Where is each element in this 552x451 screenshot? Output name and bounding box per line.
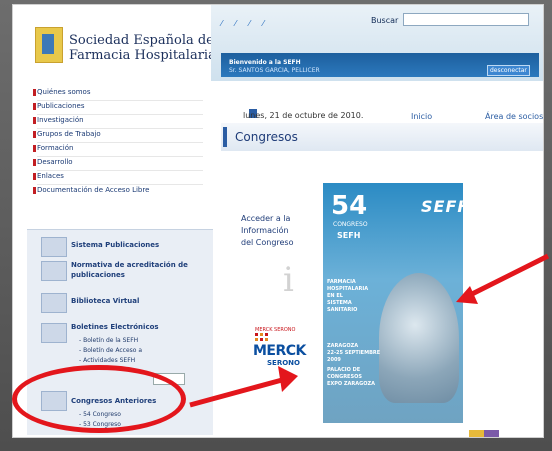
menu-divider <box>37 100 203 101</box>
highlight-oval <box>12 365 186 433</box>
poster-line: 2009 <box>327 357 341 363</box>
search-label: Buscar <box>371 16 399 25</box>
sidebar-subitem[interactable]: - Actividades SEFH <box>79 357 135 364</box>
publications-icon <box>41 237 67 257</box>
language-links[interactable]: ⁄ ⁄ ⁄ ⁄ <box>221 19 269 28</box>
document-icon <box>41 261 67 281</box>
poster-line: PALACIO DE <box>327 367 361 373</box>
date-text: lunes, 21 de octubre de 2010. <box>243 111 364 120</box>
menu-divider <box>37 184 203 185</box>
menu-item-publicaciones[interactable]: Publicaciones <box>37 102 84 110</box>
footer-logos <box>469 430 499 437</box>
menu-bullet-icon <box>33 103 36 110</box>
menu-bullet-icon <box>33 145 36 152</box>
menu-bullet-icon <box>33 117 36 124</box>
search-input[interactable] <box>403 13 529 26</box>
poster-line: ZARAGOZA <box>327 343 359 349</box>
page-title: Congresos <box>235 130 298 144</box>
menu-item-formacion[interactable]: Formación <box>37 144 73 152</box>
menu-divider <box>37 128 203 129</box>
welcome-title: Bienvenido a la SEFH <box>229 59 301 66</box>
menu-item-quienes[interactable]: Quiénes somos <box>37 88 91 96</box>
sculpture-image <box>379 273 459 403</box>
menu-bullet-icon <box>33 89 36 96</box>
menu-divider <box>37 114 203 115</box>
menu-item-desarrollo[interactable]: Desarrollo <box>37 158 73 166</box>
poster-line: HOSPITALARIA <box>327 286 369 292</box>
info-icon: i <box>283 260 294 300</box>
poster-line: EN EL <box>327 293 343 299</box>
menu-bullet-icon <box>33 131 36 138</box>
sponsor-serono: SERONO <box>267 359 300 367</box>
home-link[interactable]: Inicio <box>411 112 432 121</box>
sponsor-merck[interactable]: MERCK <box>253 343 306 359</box>
org-name-line1: Sociedad Española de <box>69 33 214 48</box>
poster-logo: SEFH <box>421 197 463 216</box>
menu-bullet-icon <box>33 173 36 180</box>
sidebar-subitem[interactable]: - Boletín de la SEFH <box>79 337 138 344</box>
sidebar-item-normativa-2[interactable]: publicaciones <box>71 271 125 279</box>
poster-line: EXPO ZARAGOZA <box>327 381 375 387</box>
sidebar-subitem[interactable]: - Boletín de Acceso a <box>79 347 142 354</box>
poster-line: FARMACIA <box>327 279 356 285</box>
acceder-line: Acceder a la <box>241 214 291 223</box>
sefh-logo-icon[interactable] <box>35 27 63 63</box>
sidebar-item-biblioteca[interactable]: Biblioteca Virtual <box>71 297 139 305</box>
menu-bullet-icon <box>33 187 36 194</box>
sidebar-item-boletines[interactable]: Boletines Electrónicos <box>71 323 159 331</box>
menu-item-grupos[interactable]: Grupos de Trabajo <box>37 130 101 138</box>
poster-number: 54 <box>331 191 368 221</box>
members-area-link[interactable]: Área de socios <box>485 112 543 121</box>
welcome-user: Sr. SANTOS GARCIA, PELLICER <box>229 67 320 74</box>
library-icon <box>41 293 67 313</box>
menu-divider <box>37 156 203 157</box>
menu-divider <box>37 170 203 171</box>
congress-poster[interactable]: 54 CONGRESO SEFH SEFH FARMACIA HOSPITALA… <box>323 183 463 423</box>
poster-line: SANITARIO <box>327 307 358 313</box>
congress-info-link[interactable]: Acceder a la Información del Congreso <box>241 213 294 249</box>
poster-congreso: CONGRESO <box>333 221 368 228</box>
menu-divider <box>37 142 203 143</box>
menu-item-documentacion[interactable]: Documentación de Acceso Libre <box>37 186 149 194</box>
newsletter-icon <box>41 323 67 343</box>
acceder-line: del Congreso <box>241 238 294 247</box>
poster-line: SISTEMA <box>327 300 352 306</box>
logout-button[interactable]: desconectar <box>487 65 530 76</box>
org-name-line2: Farmacia Hospitalaria <box>69 48 216 63</box>
acceder-line: Información <box>241 226 289 235</box>
poster-line: 22-25 SEPTIEMBRE <box>327 350 381 356</box>
menu-bullet-icon <box>33 159 36 166</box>
sidebar-item-normativa[interactable]: Normativa de acreditación de <box>71 261 188 269</box>
section-accent <box>223 127 227 147</box>
poster-line: CONGRESOS <box>327 374 362 380</box>
poster-sefh: SEFH <box>337 231 361 240</box>
logo-area: Sociedad Española de Farmacia Hospitalar… <box>13 5 216 85</box>
sidebar-item-sistema[interactable]: Sistema Publicaciones <box>71 241 159 249</box>
menu-item-investigacion[interactable]: Investigación <box>37 116 84 124</box>
menu-item-enlaces[interactable]: Enlaces <box>37 172 64 180</box>
